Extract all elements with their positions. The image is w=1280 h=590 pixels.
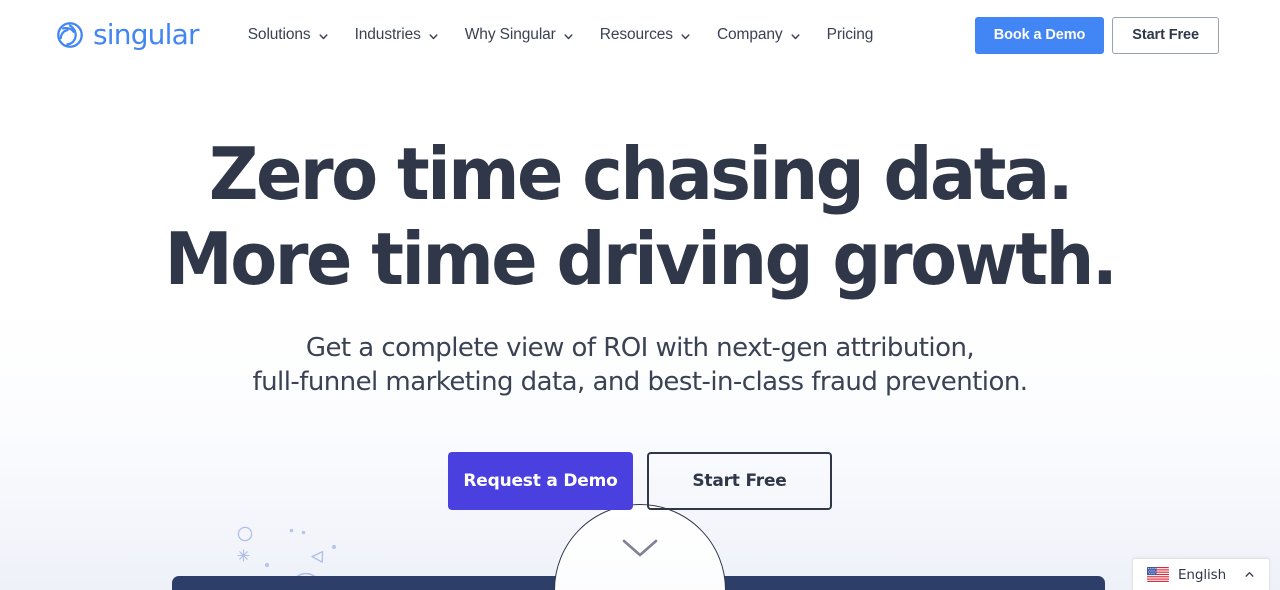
nav-item-label: Pricing [826,26,874,43]
decor-circle-outline-icon [237,526,253,542]
chevron-down-icon [429,33,438,39]
start-free-header-button[interactable]: Start Free [1112,16,1219,54]
singular-logo-wordmark: singular [93,18,199,51]
hero-headline: Zero time chasing data. More time drivin… [32,132,1248,302]
nav-item-label: Company [716,26,783,43]
hero-subheadline-line-2: full-funnel marketing data, and best-in-… [252,367,1029,397]
decor-dot-icon [289,528,294,533]
header-actions: Book a Demo Start Free [974,16,1219,54]
nav-item-industries[interactable]: Industries [342,18,452,52]
start-free-hero-button[interactable]: Start Free [647,452,832,510]
nav-item-label: Solutions [247,26,311,43]
nav-item-resources[interactable]: Resources [587,18,704,52]
us-flag-icon [1147,567,1169,582]
chevron-down-icon [319,33,328,39]
language-selector-label: English [1178,566,1227,583]
singular-aperture-logo-icon [57,22,83,48]
nav-item-label: Resources [599,26,673,43]
chevron-down-icon [791,33,800,39]
decor-dot-icon [264,562,270,568]
nav-item-company[interactable]: Company [704,18,814,52]
main-navigation: Solutions Industries Why Singular Resour… [235,18,887,52]
decor-triangle-outline-icon [311,550,324,563]
hero-headline-line-2: More time driving growth. [164,217,1118,301]
singular-logo[interactable]: singular [56,21,199,49]
request-a-demo-button[interactable]: Request a Demo [448,452,633,510]
hero-subheadline-line-1: Get a complete view of ROI with next-gen… [305,333,975,363]
nav-item-label: Why Singular [464,26,556,43]
chevron-down-icon [681,33,690,39]
scroll-down-indicator[interactable] [554,504,726,590]
nav-item-pricing[interactable]: Pricing [814,18,887,52]
chevron-up-icon [1245,571,1254,577]
decor-dot-icon [331,544,337,550]
nav-item-solutions[interactable]: Solutions [235,18,342,52]
language-selector[interactable]: English [1132,558,1270,590]
decor-dot-icon [301,530,306,535]
chevron-down-icon[interactable] [619,536,661,560]
hero-headline-line-1: Zero time chasing data. [208,132,1074,216]
hero-subheadline: Get a complete view of ROI with next-gen… [0,331,1280,399]
nav-item-why-singular[interactable]: Why Singular [452,18,587,52]
hero-cta-group: Request a Demo Start Free [0,452,1280,510]
chevron-down-icon [564,33,573,39]
book-a-demo-button[interactable]: Book a Demo [974,16,1105,54]
nav-item-label: Industries [354,26,421,43]
hero-section: Zero time chasing data. More time drivin… [0,70,1280,510]
site-header: singular Solutions Industries Why Singul… [0,0,1280,70]
page-root: singular Solutions Industries Why Singul… [0,0,1280,590]
decor-sparkle-icon [237,549,250,562]
